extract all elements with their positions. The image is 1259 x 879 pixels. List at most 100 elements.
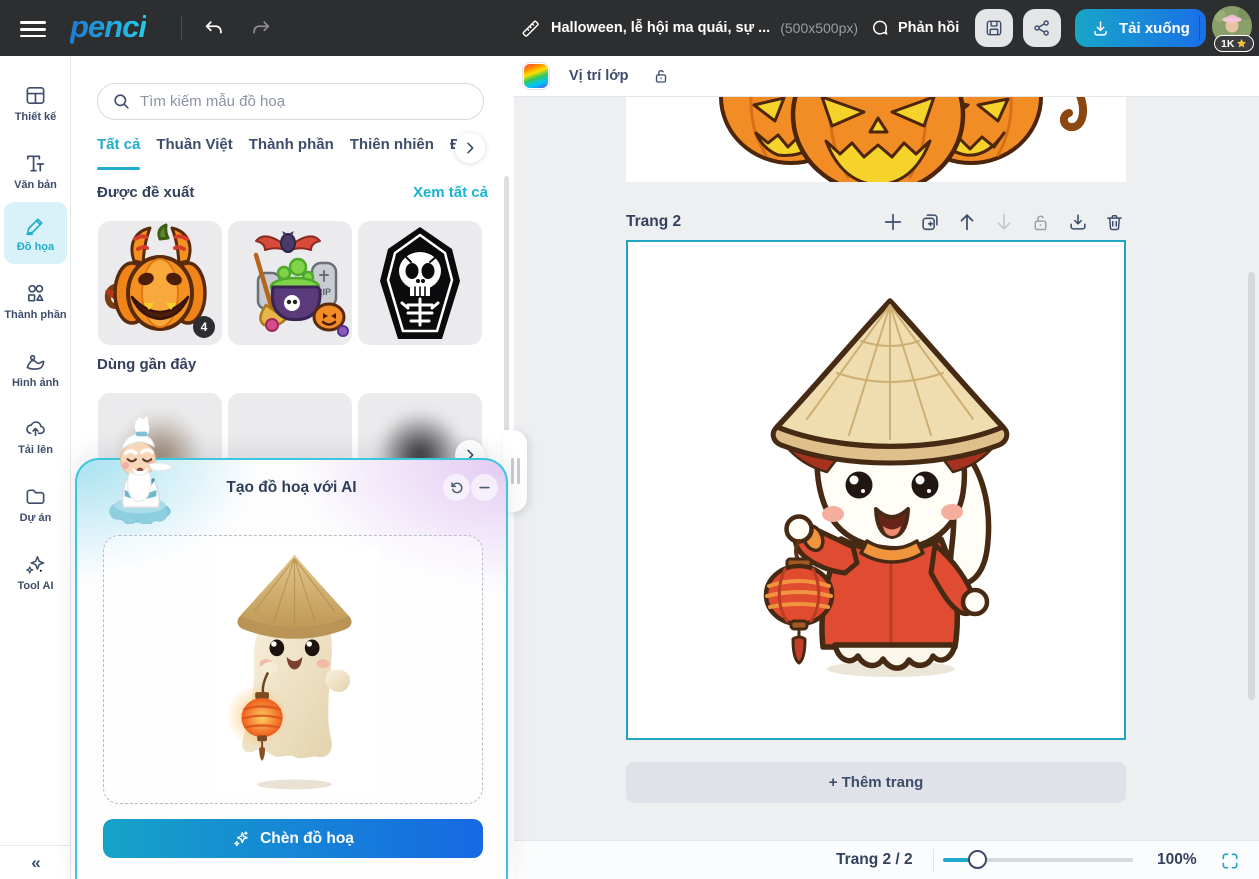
- user-avatar[interactable]: 1K: [1212, 6, 1254, 52]
- top-bar: penci Halloween, lễ hội ma quái, sự ... …: [0, 0, 1259, 56]
- sidebar-item-thiet-ke[interactable]: Thiết kế: [4, 72, 67, 134]
- download-icon: [1091, 19, 1110, 38]
- tool-rail: Thiết kế Văn bản Đồ họa Thành phần Hình …: [0, 56, 71, 879]
- coffin-skull-image: [358, 221, 482, 345]
- pen-icon: [24, 214, 47, 237]
- save-button[interactable]: [975, 9, 1013, 47]
- lock-page-button[interactable]: [1029, 211, 1052, 234]
- share-button[interactable]: [1023, 9, 1061, 47]
- layer-toolbar: Vị trí lớp: [514, 56, 1259, 97]
- suggested-section-header: Được đề xuất Xem tất cả: [97, 184, 488, 201]
- sidebar-item-du-an[interactable]: Dự án: [4, 473, 67, 535]
- sidebar-item-label: Dự án: [20, 512, 52, 524]
- sidebar-collapse-button[interactable]: «: [0, 848, 71, 878]
- chevron-right-icon: [462, 140, 478, 156]
- minus-icon: [477, 480, 492, 495]
- fullscreen-button[interactable]: [1218, 849, 1242, 873]
- sidebar-item-label: Hình ảnh: [12, 377, 59, 389]
- sidebar-item-label: Đồ họa: [17, 241, 54, 253]
- zoom-slider[interactable]: [943, 858, 1133, 862]
- see-all-link[interactable]: Xem tất cả: [413, 184, 488, 201]
- export-page-button[interactable]: [1066, 211, 1089, 234]
- reputation-count: 1K: [1221, 38, 1234, 50]
- recent-section-header: Dùng gần đây: [97, 356, 488, 373]
- canvas-page-1[interactable]: [626, 97, 1126, 182]
- sparkle-icon: [232, 829, 251, 848]
- document-dimensions: (500x500px): [780, 20, 858, 36]
- sidebar-item-label: Tải lên: [18, 444, 53, 456]
- download-button[interactable]: Tải xuống: [1075, 9, 1206, 47]
- tab-thanh-phan[interactable]: Thành phần: [249, 136, 334, 170]
- move-down-button[interactable]: [992, 211, 1015, 234]
- page2-header: Trang 2: [626, 206, 1126, 238]
- page-indicator: Trang 2 / 2: [836, 851, 913, 869]
- search-input[interactable]: [140, 93, 469, 110]
- delete-page-button[interactable]: [1103, 211, 1126, 234]
- ai-minimize-button[interactable]: [471, 474, 498, 501]
- sidebar-item-label: Tool AI: [17, 580, 53, 592]
- rail-divider: [0, 845, 71, 846]
- canvas-page-2[interactable]: [626, 240, 1126, 740]
- page-title: Trang 2: [626, 213, 681, 231]
- search-box[interactable]: [97, 83, 484, 120]
- sidebar-item-do-hoa[interactable]: Đồ họa: [4, 202, 67, 264]
- chat-icon: [870, 18, 890, 38]
- tab-thien-nhien[interactable]: Thiên nhiên: [350, 136, 434, 170]
- layout-icon: [24, 84, 47, 107]
- image-icon: [24, 350, 47, 373]
- feedback-label: Phản hồi: [898, 20, 959, 36]
- canvas-scrollbar[interactable]: [1248, 272, 1255, 700]
- witch-cauldron-image: RIP: [228, 221, 352, 345]
- page-actions-toolbar: [881, 211, 1126, 234]
- undo-button[interactable]: [201, 16, 227, 42]
- thumbnail-witch-cauldron[interactable]: RIP: [228, 221, 352, 345]
- duplicate-page-button[interactable]: [918, 211, 941, 234]
- statusbar-divider: [933, 849, 934, 872]
- panel-scrollbar[interactable]: [504, 176, 509, 461]
- wizard-mascot-illustration: [95, 416, 185, 524]
- sidebar-item-tai-len[interactable]: Tải lên: [4, 405, 67, 467]
- document-title[interactable]: Halloween, lễ hội ma quái, sự ...: [551, 20, 770, 36]
- generated-ghost-image[interactable]: [211, 546, 378, 793]
- share-icon: [1032, 18, 1052, 38]
- sidebar-item-tool-ai[interactable]: Tool AI: [4, 541, 67, 603]
- tab-tat-ca[interactable]: Tất cả: [97, 136, 140, 170]
- unlock-icon[interactable]: [652, 67, 670, 85]
- folder-icon: [24, 485, 47, 508]
- undo-icon: [203, 18, 225, 40]
- text-icon: [24, 152, 47, 175]
- hamburger-menu-button[interactable]: [20, 17, 46, 39]
- page1-pumpkins-image: [626, 97, 1126, 182]
- reputation-badge: 1K: [1214, 35, 1254, 52]
- shapes-icon: [24, 282, 47, 305]
- move-up-button[interactable]: [955, 211, 978, 234]
- recent-title: Dùng gần đây: [97, 356, 196, 373]
- thumbnail-devil-pumpkin[interactable]: 4: [98, 221, 222, 345]
- redo-button[interactable]: [248, 16, 274, 42]
- tabs-scroll-button[interactable]: [455, 133, 485, 163]
- redo-icon: [250, 18, 272, 40]
- frame-icon: [1220, 851, 1240, 871]
- sidebar-item-van-ban[interactable]: Văn bản: [4, 140, 67, 202]
- sidebar-item-hinh-anh[interactable]: Hình ảnh: [4, 338, 67, 400]
- ai-reset-button[interactable]: [443, 474, 470, 501]
- ai-graphics-popup: Tạo đồ hoạ với AI: [75, 458, 508, 879]
- insert-graphic-button[interactable]: Chèn đồ hoạ: [103, 819, 483, 858]
- zoom-slider-thumb[interactable]: [968, 850, 987, 869]
- sidebar-item-label: Thiết kế: [15, 111, 57, 123]
- category-tabs: Tất cả Thuần Việt Thành phần Thiên nhiên…: [97, 136, 457, 170]
- insert-graphic-label: Chèn đồ hoạ: [260, 830, 354, 848]
- document-title-group: Halloween, lễ hội ma quái, sự ... (500x5…: [520, 0, 858, 56]
- add-element-button[interactable]: [881, 211, 904, 234]
- tab-thuan-viet[interactable]: Thuần Việt: [156, 136, 232, 170]
- color-picker-swatch[interactable]: [523, 63, 549, 89]
- sidebar-item-thanh-phan[interactable]: Thành phần: [4, 270, 67, 332]
- search-icon: [112, 92, 131, 111]
- star-icon: [1236, 38, 1247, 49]
- add-page-button[interactable]: + Thêm trang: [626, 762, 1126, 803]
- sidebar-item-label: Văn bản: [14, 179, 57, 191]
- feedback-button[interactable]: Phản hồi: [870, 0, 959, 56]
- thumbnail-coffin-skull[interactable]: [358, 221, 482, 345]
- thumbnail-count-badge: 4: [193, 316, 215, 338]
- penci-logo[interactable]: penci: [70, 9, 146, 45]
